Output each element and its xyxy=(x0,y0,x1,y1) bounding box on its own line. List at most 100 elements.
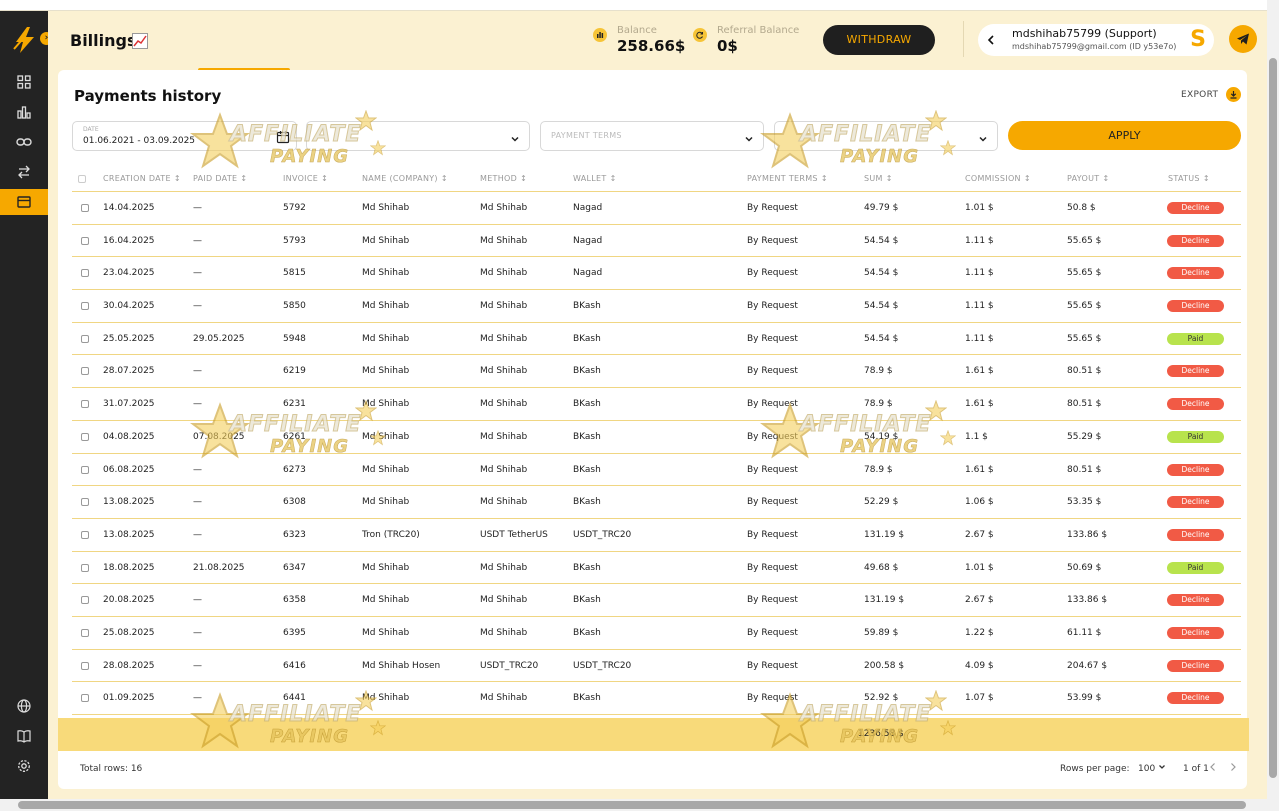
row-checkbox[interactable] xyxy=(81,530,89,539)
apply-button[interactable]: APPLY xyxy=(1008,121,1241,150)
table-row[interactable]: 13.08.2025 — 6323 Tron (TRC20) USDT TetherUS… xyxy=(72,519,1241,552)
row-checkbox[interactable] xyxy=(81,694,89,703)
column-header[interactable]: METHOD ↕ xyxy=(480,174,527,183)
cell-created: 04.08.2025 xyxy=(103,431,155,442)
column-header[interactable]: PAID DATE ↕ xyxy=(193,174,247,183)
chevron-left-icon[interactable] xyxy=(984,32,998,51)
column-header[interactable]: NAME (COMPANY) ↕ xyxy=(362,174,448,183)
sort-icon[interactable]: ↕ xyxy=(321,174,328,183)
row-checkbox[interactable] xyxy=(81,302,89,311)
table-row[interactable]: 28.08.2025 — 6416 Md Shihab Hosen USDT_TRC20… xyxy=(72,650,1241,683)
status-badge: Decline xyxy=(1167,300,1224,313)
sort-icon[interactable]: ↕ xyxy=(821,174,828,183)
row-checkbox[interactable] xyxy=(81,596,89,605)
table-row[interactable]: 04.08.2025 07.08.2025 6261 Md Shihab Md Shih… xyxy=(72,421,1241,454)
table-row[interactable]: 20.08.2025 — 6358 Md Shihab Md Shihab BKash By… xyxy=(72,584,1241,617)
sort-icon[interactable]: ↕ xyxy=(1024,174,1031,183)
sort-icon[interactable]: ↕ xyxy=(520,174,527,183)
calendar-icon[interactable] xyxy=(276,129,290,148)
cell-commission: 1.11 $ xyxy=(965,268,994,279)
table-row[interactable]: 18.08.2025 21.08.2025 6347 Md Shihab Md Shih… xyxy=(72,552,1241,585)
select-all-checkbox[interactable] xyxy=(78,175,86,183)
sidebar-item-links[interactable] xyxy=(0,129,48,155)
status-badge: Decline xyxy=(1167,267,1224,280)
payment-terms-select[interactable]: PAYMENT TERMS xyxy=(540,121,764,151)
sort-icon[interactable]: ↕ xyxy=(1203,174,1210,183)
next-page-button[interactable] xyxy=(1227,760,1239,774)
cell-wallet: USDT_TRC20 xyxy=(573,660,632,671)
horizontal-scroll-thumb[interactable] xyxy=(18,801,1246,809)
sort-icon[interactable]: ↕ xyxy=(610,174,617,183)
table-row[interactable]: 16.04.2025 — 5793 Md Shihab Md Shihab Nagad By… xyxy=(72,225,1241,258)
sidebar-item-settings[interactable] xyxy=(0,753,48,779)
avatar[interactable]: S xyxy=(1190,27,1206,53)
row-checkbox[interactable] xyxy=(81,465,89,474)
row-checkbox[interactable] xyxy=(81,661,89,670)
table-row[interactable]: 28.07.2025 — 6219 Md Shihab Md Shihab BKash By… xyxy=(72,355,1241,389)
table-row[interactable]: 13.08.2025 — 6308 Md Shihab Md Shihab BKash By… xyxy=(72,486,1241,519)
cell-sum: 49.68 $ xyxy=(864,562,899,573)
cell-created: 18.08.2025 xyxy=(103,562,155,573)
vertical-scrollbar[interactable] xyxy=(1267,0,1279,811)
table-row[interactable]: 25.05.2025 29.05.2025 5948 Md Shihab Md Shih… xyxy=(72,323,1241,356)
table-row[interactable]: 25.08.2025 — 6395 Md Shihab Md Shihab BKash By… xyxy=(72,617,1241,650)
export-button[interactable]: EXPORT xyxy=(1181,90,1218,100)
sidebar-item-statistics[interactable] xyxy=(0,99,48,125)
sort-icon[interactable]: ↕ xyxy=(1102,174,1109,183)
table-row[interactable]: 14.04.2025 — 5792 Md Shihab Md Shihab Nagad By… xyxy=(72,192,1241,225)
table-row[interactable]: 31.07.2025 — 6231 Md Shihab Md Shihab BKash By… xyxy=(72,388,1241,421)
date-range-field[interactable]: DATE 01.06.2021 - 03.09.2025 xyxy=(72,121,297,151)
row-checkbox[interactable] xyxy=(81,367,89,376)
column-header[interactable]: INVOICE ↕ xyxy=(283,174,328,183)
vertical-scroll-thumb[interactable] xyxy=(1269,58,1277,778)
cell-created: 16.04.2025 xyxy=(103,235,155,246)
lightning-logo-icon[interactable] xyxy=(10,25,40,55)
table-row[interactable]: 06.08.2025 — 6273 Md Shihab Md Shihab BKash By… xyxy=(72,454,1241,487)
column-header[interactable]: PAYOUT ↕ xyxy=(1067,174,1109,183)
prev-page-button[interactable] xyxy=(1207,760,1219,774)
cell-paid: — xyxy=(193,529,202,540)
row-checkbox[interactable] xyxy=(81,498,89,507)
cell-method: Md Shihab xyxy=(480,595,528,606)
table-row[interactable]: 23.04.2025 — 5815 Md Shihab Md Shihab Nagad By… xyxy=(72,257,1241,291)
cell-name: Md Shihab xyxy=(362,301,410,312)
column-header[interactable]: COMMISSION ↕ xyxy=(965,174,1031,183)
cell-paid: — xyxy=(193,203,202,213)
column-header[interactable]: SUM ↕ xyxy=(864,174,893,183)
user-email: mdshihab75799@gmail.com (ID y53e7o) xyxy=(1012,42,1177,51)
table-row[interactable]: 01.09.2025 — 6441 Md Shihab Md Shihab BKash By… xyxy=(72,682,1241,715)
sidebar-item-docs[interactable] xyxy=(0,723,48,749)
row-checkbox[interactable] xyxy=(81,563,89,572)
sidebar-item-dashboard[interactable] xyxy=(0,69,48,95)
table-row[interactable]: 30.04.2025 — 5850 Md Shihab Md Shihab BKash By… xyxy=(72,290,1241,323)
select-filter-1[interactable] xyxy=(306,121,530,151)
telegram-button[interactable] xyxy=(1229,25,1257,53)
download-icon[interactable] xyxy=(1226,87,1241,102)
cell-commission: 1.06 $ xyxy=(965,497,994,508)
row-checkbox[interactable] xyxy=(81,204,89,212)
rows-per-page-select[interactable]: 100 xyxy=(1138,763,1166,774)
row-checkbox[interactable] xyxy=(81,269,89,278)
sort-icon[interactable]: ↕ xyxy=(886,174,893,183)
cell-method: Md Shihab xyxy=(480,333,528,344)
column-header[interactable]: STATUS ↕ xyxy=(1168,174,1210,183)
column-header[interactable]: WALLET ↕ xyxy=(573,174,617,183)
sidebar-item-transfers[interactable] xyxy=(0,159,48,185)
sort-icon[interactable]: ↕ xyxy=(174,174,181,183)
select-filter-3[interactable] xyxy=(774,121,998,151)
user-account-card[interactable]: mdshihab75799 (Support) mdshihab75799@gm… xyxy=(978,24,1214,56)
row-checkbox[interactable] xyxy=(81,236,89,245)
sidebar-item-billings[interactable] xyxy=(0,189,48,215)
sidebar-item-language[interactable] xyxy=(0,693,48,719)
sort-icon[interactable]: ↕ xyxy=(240,174,247,183)
row-checkbox[interactable] xyxy=(81,628,89,637)
sort-icon[interactable]: ↕ xyxy=(441,174,448,183)
row-checkbox[interactable] xyxy=(81,432,89,441)
withdraw-button[interactable]: WITHDRAW xyxy=(823,25,935,55)
column-header[interactable]: CREATION DATE ↕ xyxy=(103,174,181,183)
row-checkbox[interactable] xyxy=(81,334,89,343)
user-name: mdshihab75799 (Support) xyxy=(1012,27,1157,40)
row-checkbox[interactable] xyxy=(81,400,89,409)
column-header[interactable]: PAYMENT TERMS ↕ xyxy=(747,174,828,183)
horizontal-scrollbar[interactable] xyxy=(0,799,1267,811)
